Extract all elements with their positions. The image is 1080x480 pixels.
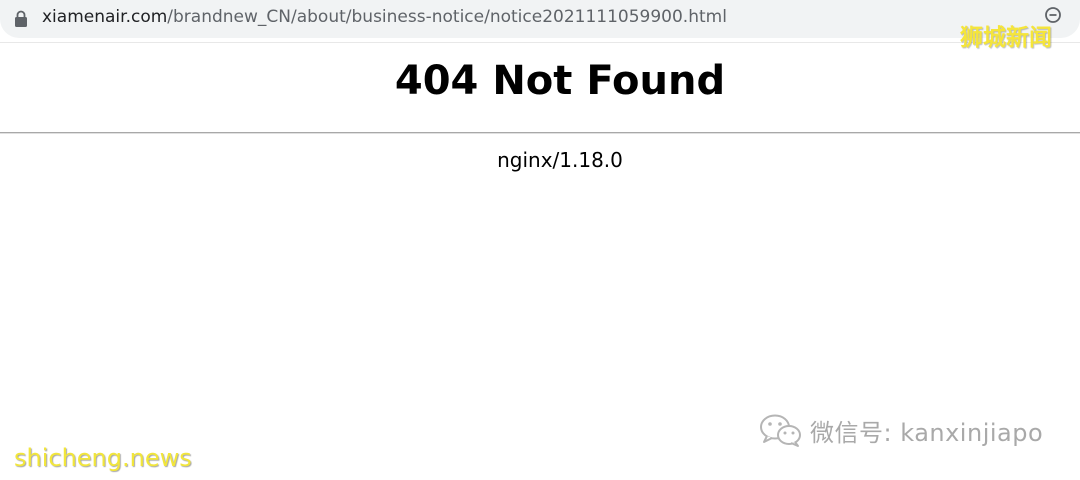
wechat-watermark: 微信号: kanxinjiapo	[758, 412, 1043, 448]
page: xiamenair.com/brandnew_CN/about/business…	[0, 0, 1080, 480]
top-divider	[0, 42, 1080, 43]
url-text[interactable]: xiamenair.com/brandnew_CN/about/business…	[42, 7, 727, 27]
wechat-icon	[760, 414, 801, 447]
wechat-label: 微信号: kanxinjiapo	[810, 418, 1044, 447]
url-domain: xiamenair.com	[42, 7, 168, 27]
watermark-top-right: 狮城新闻	[960, 25, 1052, 51]
address-bar[interactable]: xiamenair.com/brandnew_CN/about/business…	[0, 0, 1080, 38]
horizontal-rule	[0, 132, 1080, 134]
lock-icon[interactable]	[14, 10, 28, 28]
url-path: /brandnew_CN/about/business-notice/notic…	[167, 7, 727, 27]
watermark-bottom-left: shicheng.news	[14, 444, 192, 472]
server-signature: nginx/1.18.0	[497, 148, 623, 172]
page-title: 404 Not Found	[394, 58, 726, 104]
